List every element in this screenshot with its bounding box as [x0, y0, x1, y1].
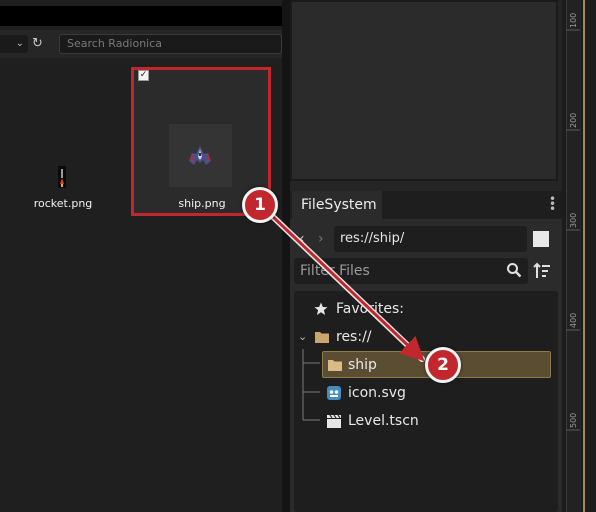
ruler-tick-label: 200: [569, 112, 578, 128]
search-icon: [507, 263, 522, 278]
ruler-tick-label: 400: [569, 312, 578, 328]
ruler-tick-label: 100: [569, 12, 578, 28]
filter-files-input[interactable]: Filter Files: [294, 258, 528, 284]
tree-item-favorites[interactable]: Favorites:: [314, 299, 514, 319]
chevron-down-icon: ⌄: [15, 38, 24, 49]
tree-item-label: icon.svg: [348, 385, 406, 401]
ruler-ticks: [566, 29, 580, 431]
chevron-down-icon[interactable]: ⌄: [298, 327, 307, 347]
tree-item-label: ship: [348, 357, 377, 373]
ship-sprite-icon: [189, 146, 211, 165]
asset-tile-label: ship.png: [178, 197, 226, 210]
asset-tile-label: rocket.png: [33, 197, 93, 210]
star-icon: [314, 302, 328, 315]
folder-icon: [328, 360, 342, 371]
sort-dropdown[interactable]: ⌄: [0, 35, 28, 53]
more-options-icon[interactable]: • • •: [549, 193, 556, 215]
panel-splitter[interactable]: [282, 0, 290, 512]
upper-dock-panel: [290, 0, 558, 181]
asset-search-input[interactable]: Search Radionica: [59, 34, 282, 54]
tree-item-level-tscn[interactable]: Level.tscn: [327, 411, 527, 431]
back-arrow-icon[interactable]: ‹: [299, 230, 313, 248]
split-view-toggle[interactable]: [533, 231, 549, 247]
reload-icon[interactable]: ↻: [32, 36, 46, 52]
tree-item-label: Level.tscn: [348, 413, 419, 429]
asset-tile-rocket[interactable]: rocket.png: [30, 160, 96, 216]
asset-panel-header-bar: [0, 6, 282, 26]
rocket-thumbnail: [58, 166, 66, 188]
sort-icon[interactable]: [533, 262, 551, 280]
tree-item-label: Favorites:: [336, 301, 404, 317]
tab-filesystem[interactable]: FileSystem: [292, 191, 382, 219]
ruler-guide-line: [583, 0, 585, 512]
folder-icon: [315, 332, 329, 343]
godot-icon: [327, 386, 341, 400]
step-badge-1: 1: [242, 187, 278, 223]
ship-thumbnail: [169, 124, 232, 187]
path-field[interactable]: res://ship/: [334, 226, 527, 252]
clapperboard-icon: [327, 414, 341, 428]
forward-arrow-icon[interactable]: ›: [318, 230, 332, 248]
ruler-tick-label: 500: [569, 412, 578, 428]
tree-item-icon-svg[interactable]: icon.svg: [327, 383, 527, 403]
step-badge-2: 2: [425, 347, 461, 383]
tree-item-label: res://: [336, 329, 372, 345]
tree-item-res-root[interactable]: ⌄ res://: [298, 327, 518, 347]
ship-select-checkbox[interactable]: ✓: [138, 70, 149, 81]
ruler-tick-label: 300: [569, 212, 578, 228]
